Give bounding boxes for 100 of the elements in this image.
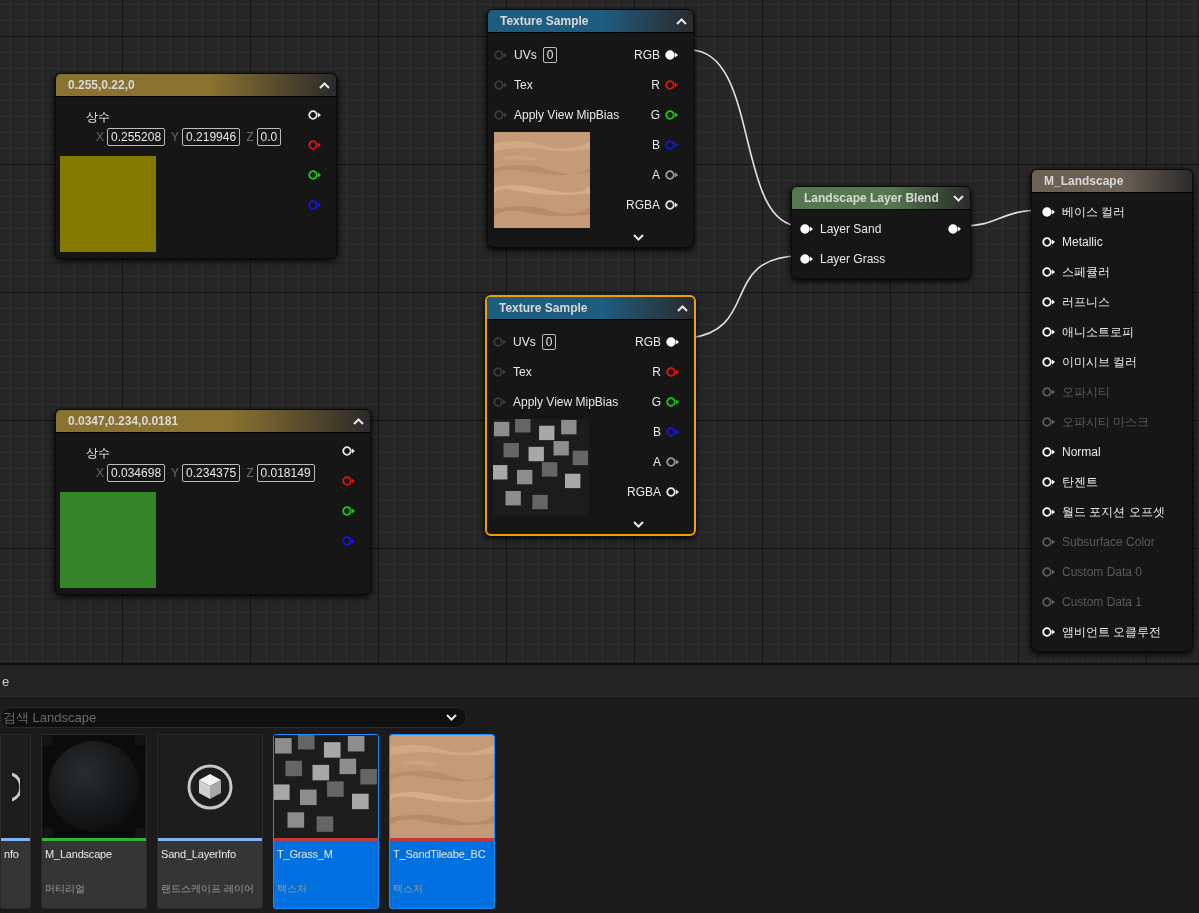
- pin-icon[interactable]: [666, 397, 680, 407]
- pin-icon[interactable]: [308, 170, 322, 180]
- pin-label: R: [651, 78, 660, 92]
- asset-type: 텍스처: [392, 882, 424, 896]
- pin-icon[interactable]: [665, 50, 679, 60]
- node-label: 상수: [86, 109, 111, 126]
- pin-icon[interactable]: [342, 446, 356, 456]
- pin-icon[interactable]: [342, 506, 356, 516]
- expand-icon[interactable]: [633, 521, 644, 528]
- pin-icon[interactable]: [665, 170, 679, 180]
- asset-name: nfo: [3, 847, 20, 862]
- asset-type: 랜드스케이프 레이어: [160, 882, 255, 896]
- pin-icon[interactable]: [1042, 357, 1056, 367]
- axis-label: Z: [246, 466, 254, 480]
- texture-sample-node[interactable]: Texture Sample UVs 0 Tex Apply View MipBias RGB R G B A RGBA: [485, 295, 696, 536]
- pin-label: 탄젠트: [1062, 473, 1098, 491]
- pin-label: 애니소트로피: [1062, 323, 1134, 341]
- pin-label: 월드 포지션 오프셋: [1062, 503, 1165, 521]
- pin-label: UVs: [514, 48, 537, 62]
- pin-label: 러프니스: [1062, 293, 1110, 311]
- pin-icon[interactable]: [666, 337, 680, 347]
- layer-blend-node[interactable]: Landscape Layer Blend Layer Sand Layer Grass: [791, 186, 971, 279]
- value-field[interactable]: 0.219946: [182, 128, 241, 146]
- pin-icon[interactable]: [1042, 297, 1056, 307]
- node-title: Texture Sample: [499, 301, 588, 315]
- axis-label: X: [96, 130, 104, 144]
- asset-tile[interactable]: nfo: [0, 734, 31, 909]
- pin-label: 베이스 컬러: [1062, 203, 1126, 221]
- pin-icon[interactable]: [1042, 477, 1056, 487]
- expand-icon[interactable]: [446, 714, 457, 721]
- node-title: 0.255,0.22,0: [68, 78, 135, 92]
- pin-label: R: [652, 365, 661, 379]
- pin-label: Normal: [1062, 445, 1101, 459]
- pin-label: Tex: [514, 78, 533, 92]
- asset-tile[interactable]: Sand_LayerInfo 랜드스케이프 레이어: [157, 734, 263, 909]
- pin-label: Metallic: [1062, 235, 1103, 249]
- pin-icon[interactable]: [1042, 267, 1056, 277]
- collapse-icon[interactable]: [353, 417, 364, 425]
- pin-label: RGB: [635, 335, 661, 349]
- texture-sample-node[interactable]: Texture Sample UVs 0 Tex Apply View MipBias RGB R G B A RGBA: [487, 9, 694, 248]
- value-field[interactable]: 0.034698: [107, 464, 166, 482]
- pin-icon[interactable]: [665, 200, 679, 210]
- pin-label: 이미시브 컬러: [1062, 353, 1138, 371]
- node-title: Texture Sample: [500, 14, 589, 28]
- pin-label: RGBA: [626, 198, 660, 212]
- collapse-icon[interactable]: [676, 17, 687, 25]
- expand-icon[interactable]: [633, 234, 644, 241]
- value-field[interactable]: 0.0: [256, 128, 282, 146]
- value-field[interactable]: 0.255208: [107, 128, 166, 146]
- pin-icon[interactable]: [800, 254, 814, 264]
- asset-tile[interactable]: T_SandTileabe_BC 텍스처: [389, 734, 495, 909]
- pin-label: Layer Grass: [820, 252, 886, 266]
- axis-label: X: [96, 466, 104, 480]
- pin-label: Layer Sand: [820, 222, 882, 236]
- pin-icon[interactable]: [1042, 237, 1056, 247]
- pin-label: 앰비언트 오클루전: [1062, 623, 1162, 641]
- collapse-icon[interactable]: [677, 304, 688, 312]
- pin-icon[interactable]: [666, 457, 680, 467]
- pin-label: Apply View MipBias: [513, 395, 619, 409]
- pin-label: 오파시티: [1062, 383, 1110, 401]
- value-field[interactable]: 0: [541, 334, 557, 350]
- pin-icon[interactable]: [666, 487, 680, 497]
- asset-name: M_Landscape: [44, 847, 113, 862]
- cube-icon: [187, 763, 233, 810]
- constant-node[interactable]: 0.255,0.22,0 상수 X 0.255208 Y 0.219946 Z 0.0: [55, 73, 337, 259]
- axis-label: Z: [246, 130, 254, 144]
- pin-label: B: [653, 425, 661, 439]
- asset-name: T_SandTileabe_BC: [392, 847, 487, 862]
- constant-node[interactable]: 0.0347,0.234,0.0181 상수 X 0.034698 Y 0.234375 Z 0.018149: [55, 409, 371, 595]
- search-field[interactable]: 검색 Landscape: [0, 707, 467, 728]
- value-field[interactable]: 0: [542, 47, 558, 63]
- value-field[interactable]: 0.234375: [182, 464, 241, 482]
- pin-icon[interactable]: [948, 224, 962, 234]
- pin-label: UVs: [513, 335, 536, 349]
- node-title: M_Landscape: [1044, 174, 1124, 188]
- asset-tile[interactable]: T_Grass_M 텍스처: [273, 734, 379, 909]
- pin-label: Custom Data 0: [1062, 565, 1143, 579]
- pin-icon[interactable]: [1042, 327, 1056, 337]
- pin-icon[interactable]: [1042, 627, 1056, 637]
- pin-icon[interactable]: [1042, 207, 1056, 217]
- pin-icon[interactable]: [665, 110, 679, 120]
- asset-type: 텍스처: [276, 882, 308, 896]
- pin-label: RGBA: [627, 485, 661, 499]
- expand-icon[interactable]: [953, 194, 964, 202]
- collapse-icon[interactable]: [319, 81, 330, 89]
- pin-label: Subsurface Color: [1062, 535, 1155, 549]
- pin-label: B: [652, 138, 660, 152]
- pin-label: A: [653, 455, 661, 469]
- pin-icon[interactable]: [800, 224, 814, 234]
- node-label: 상수: [86, 445, 111, 462]
- pin-label: RGB: [634, 48, 660, 62]
- value-field[interactable]: 0.018149: [256, 464, 315, 482]
- pin-icon[interactable]: [1042, 507, 1056, 517]
- pin-label: A: [652, 168, 660, 182]
- panel-tab[interactable]: e: [2, 674, 10, 689]
- pin-label: Tex: [513, 365, 532, 379]
- pin-icon[interactable]: [308, 110, 322, 120]
- pin-label: G: [650, 108, 660, 122]
- pin-icon[interactable]: [1042, 447, 1056, 457]
- asset-tile[interactable]: M_Landscape 머티리얼: [41, 734, 147, 909]
